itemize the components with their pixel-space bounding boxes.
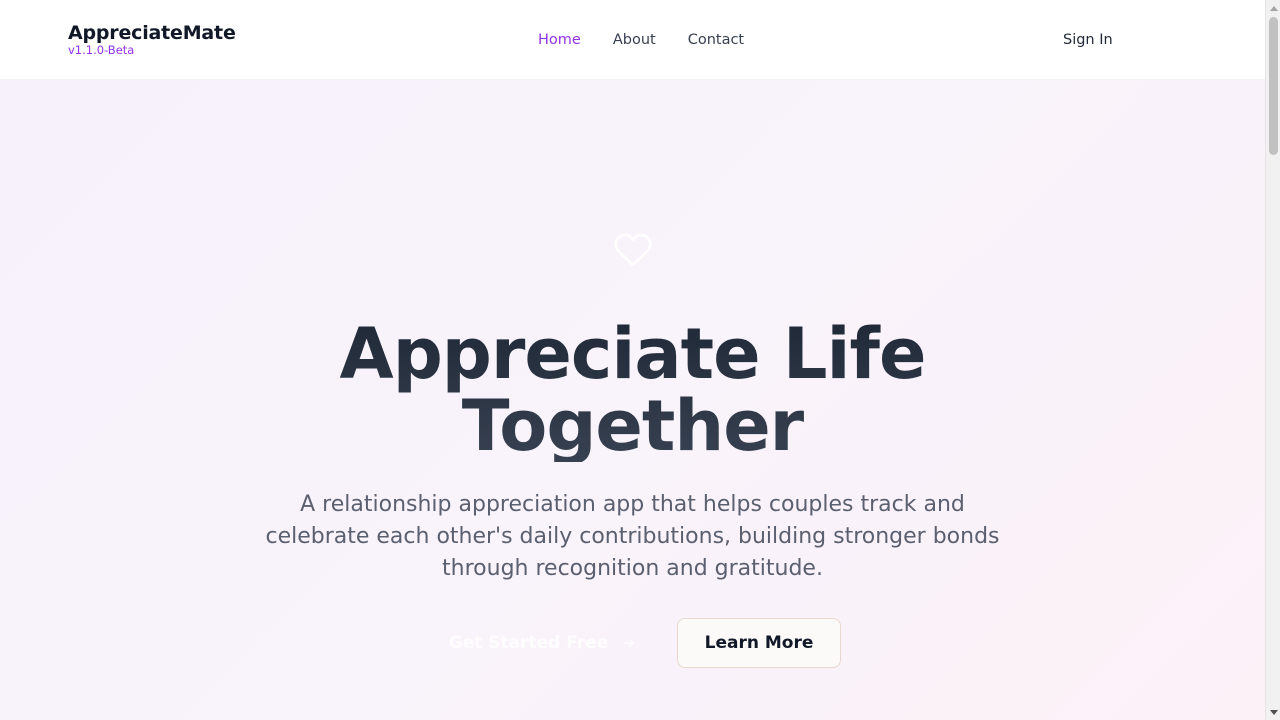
top-navbar: AppreciateMate v1.1.0-Beta Home About Co… [0,0,1265,80]
scroll-down-arrow-icon[interactable] [1266,705,1280,720]
get-started-label: Get Started Free [448,633,609,653]
vertical-scrollbar[interactable] [1265,0,1280,720]
hero-title: Appreciate Life Together [0,318,1265,462]
heart-icon [614,233,652,267]
sign-in-button[interactable]: Sign In [1063,30,1113,50]
brand-name: AppreciateMate [68,22,236,44]
scroll-up-arrow-icon[interactable] [1266,0,1280,15]
scrollbar-thumb[interactable] [1269,17,1278,155]
hero-title-line-1: Appreciate Life [339,313,926,395]
get-started-button[interactable]: Get Started Free [440,618,645,668]
hero-section: Appreciate Life Together A relationship … [0,80,1265,720]
hero-subtitle: A relationship appreciation app that hel… [265,492,1000,581]
learn-more-button[interactable]: Learn More [677,618,841,668]
hero-title-line-2: Together [461,385,804,467]
arrow-right-icon [624,638,634,648]
nav-link-home[interactable]: Home [538,30,581,50]
main-nav: Home About Contact [538,30,744,50]
nav-link-contact[interactable]: Contact [688,30,744,50]
brand[interactable]: AppreciateMate v1.1.0-Beta [68,22,236,57]
version-badge: v1.1.0-Beta [68,43,135,57]
nav-link-about[interactable]: About [613,30,656,50]
viewport: AppreciateMate v1.1.0-Beta Home About Co… [0,0,1280,720]
